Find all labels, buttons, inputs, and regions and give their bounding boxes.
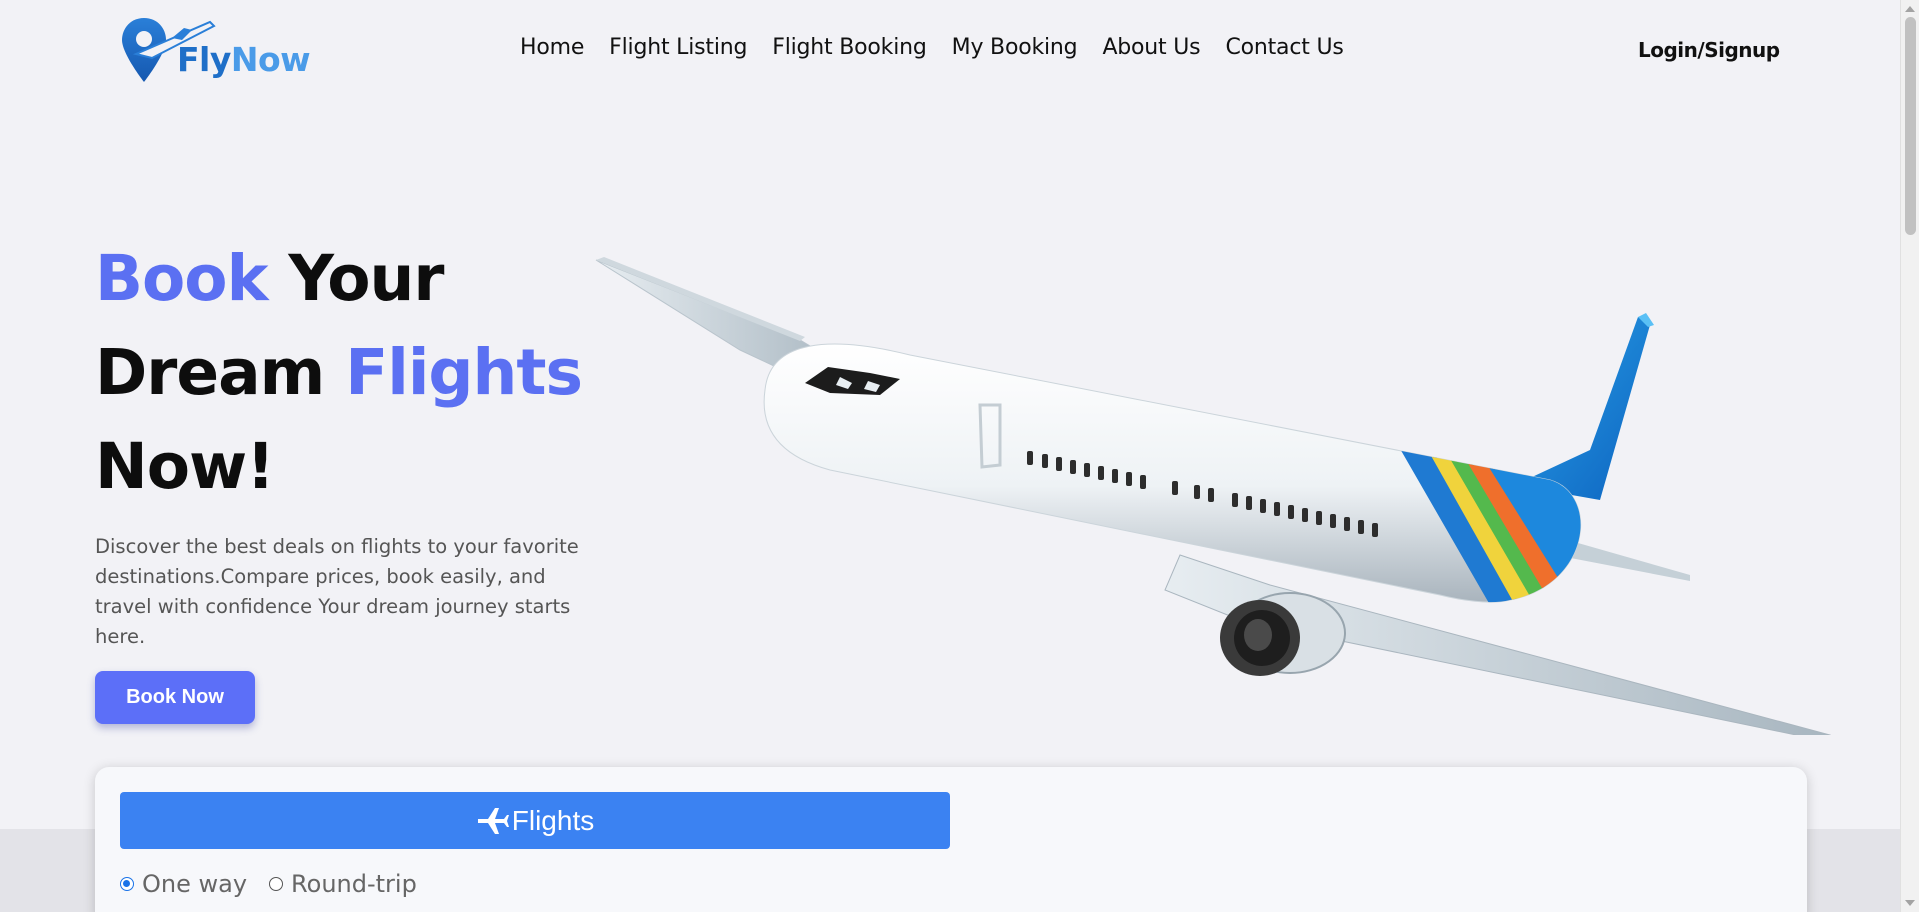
- nav-my-booking[interactable]: My Booking: [952, 35, 1078, 60]
- hero-title: Book Your Dream Flights Now!: [95, 242, 583, 503]
- tab-flights-label: Flights: [511, 804, 595, 836]
- airplane-icon: [477, 807, 509, 834]
- nav-flight-listing[interactable]: Flight Listing: [609, 35, 747, 60]
- hero-description: Discover the best deals on flights to yo…: [95, 535, 579, 648]
- nav-about-us[interactable]: About Us: [1102, 35, 1200, 60]
- page-scrollbar[interactable]: [1900, 0, 1919, 912]
- book-now-button[interactable]: Book Now: [95, 671, 255, 724]
- brand-logo[interactable]: FlyNow: [122, 14, 322, 86]
- scroll-thumb[interactable]: [1905, 17, 1916, 235]
- tab-flights[interactable]: Flights: [120, 792, 950, 849]
- one-way-label[interactable]: One way: [142, 870, 247, 898]
- brand-name: FlyNow: [177, 40, 311, 79]
- trip-type-group: One way Round-trip: [120, 870, 439, 898]
- scroll-down-arrow-icon[interactable]: [1905, 900, 1915, 906]
- flight-search-card: Flights One way Round-trip: [95, 767, 1807, 912]
- airplane-illustration: [590, 255, 1840, 742]
- nav-home[interactable]: Home: [520, 35, 584, 60]
- nav-flight-booking[interactable]: Flight Booking: [772, 35, 927, 60]
- one-way-radio[interactable]: [120, 877, 134, 891]
- page: FlyNow Home Flight Listing Flight Bookin…: [0, 0, 1900, 912]
- main-nav: Home Flight Listing Flight Booking My Bo…: [520, 35, 1369, 60]
- scroll-up-arrow-icon[interactable]: [1905, 6, 1915, 12]
- round-trip-label[interactable]: Round-trip: [291, 870, 417, 898]
- login-signup-link[interactable]: Login/Signup: [1638, 38, 1780, 62]
- round-trip-radio[interactable]: [269, 877, 284, 891]
- nav-contact-us[interactable]: Contact Us: [1225, 35, 1343, 60]
